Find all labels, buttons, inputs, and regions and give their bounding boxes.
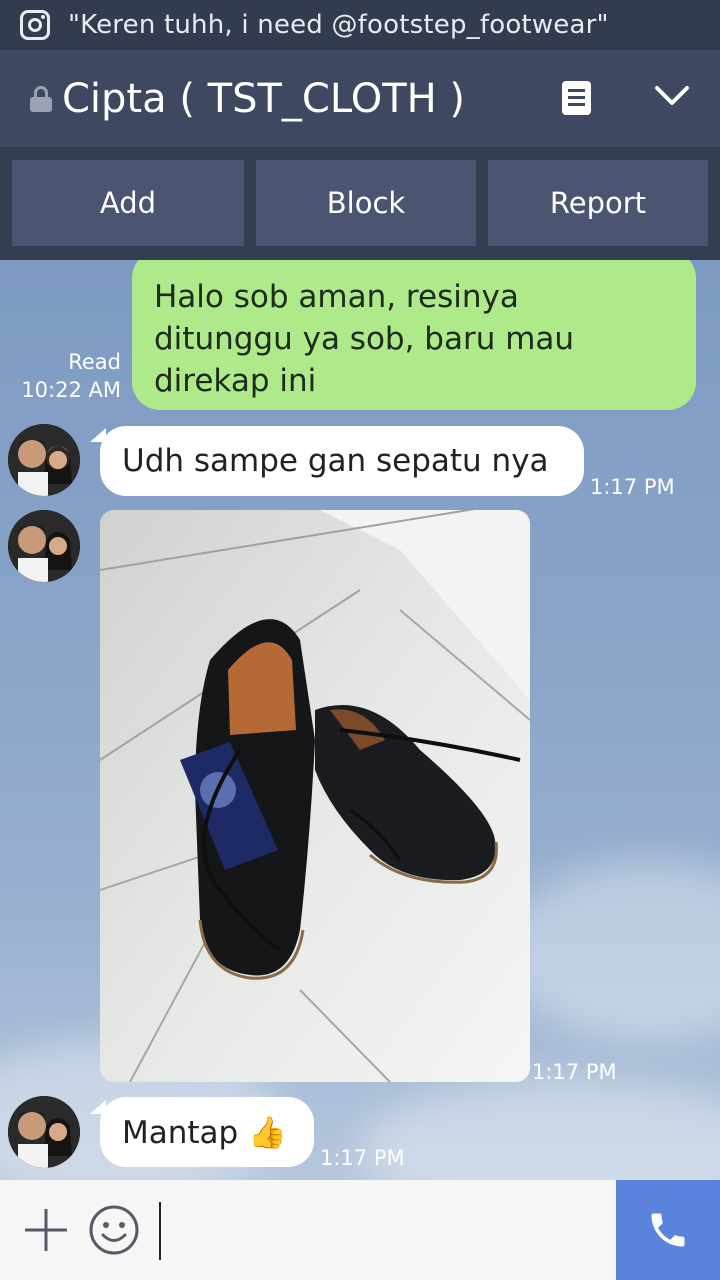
message-text: Udh sampe gan sepatu nya xyxy=(122,443,549,479)
notification-bar[interactable]: "Keren tuhh, i need @footstep_footwear" xyxy=(0,0,720,50)
message-time: 1:17 PM xyxy=(320,1146,405,1170)
message-text: Mantap 👍 xyxy=(122,1114,287,1151)
outgoing-message[interactable]: Halo sob aman, resinya ditunggu ya sob, … xyxy=(132,260,696,410)
notification-text: "Keren tuhh, i need @footstep_footwear" xyxy=(68,10,609,40)
plus-icon[interactable] xyxy=(22,1206,70,1254)
input-bar xyxy=(0,1180,720,1280)
read-status: Read xyxy=(68,350,121,374)
shoe-photo[interactable] xyxy=(100,510,530,1082)
report-button[interactable]: Report xyxy=(488,160,708,246)
lock-icon xyxy=(30,85,52,112)
chat-title[interactable]: Cipta ( TST_CLOTH ) xyxy=(62,76,465,122)
chat-area[interactable]: Halo sob aman, resinya ditunggu ya sob, … xyxy=(0,260,720,1180)
avatar[interactable] xyxy=(8,510,80,582)
background-cloud xyxy=(500,860,720,1040)
message-time: 10:22 AM xyxy=(21,378,121,402)
add-button[interactable]: Add xyxy=(12,160,244,246)
message-text: Halo sob aman, resinya xyxy=(154,279,519,315)
chat-header: Cipta ( TST_CLOTH ) xyxy=(0,50,720,147)
call-button[interactable] xyxy=(616,1180,720,1280)
action-buttons: Add Block Report xyxy=(0,147,720,260)
message-time: 1:17 PM xyxy=(532,1060,617,1084)
avatar[interactable] xyxy=(8,1096,80,1168)
message-input[interactable] xyxy=(160,1200,600,1260)
incoming-message[interactable]: Mantap 👍 xyxy=(100,1097,314,1167)
notes-icon[interactable] xyxy=(562,81,591,115)
block-button[interactable]: Block xyxy=(256,160,476,246)
message-text: direkap ini xyxy=(154,363,317,399)
phone-icon xyxy=(651,1213,685,1247)
smiley-icon[interactable] xyxy=(88,1204,140,1256)
message-text: ditunggu ya sob, baru mau xyxy=(154,321,575,357)
instagram-icon xyxy=(20,10,50,40)
chevron-down-icon[interactable] xyxy=(654,78,690,114)
message-time: 1:17 PM xyxy=(590,475,675,499)
incoming-message[interactable]: Udh sampe gan sepatu nya xyxy=(100,426,584,496)
background-cloud xyxy=(360,1080,720,1180)
avatar[interactable] xyxy=(8,424,80,496)
